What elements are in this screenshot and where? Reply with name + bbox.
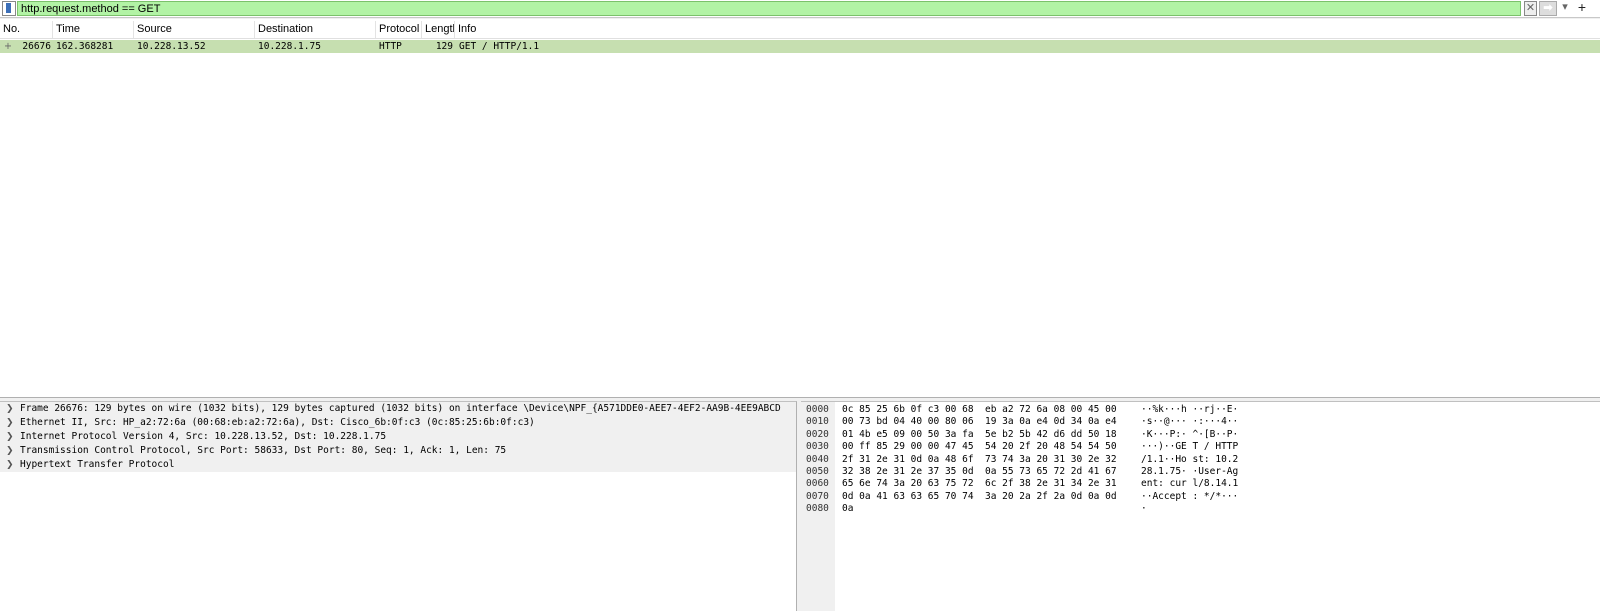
tree-item-tcp[interactable]: ❯ Transmission Control Protocol, Src Por… (0, 444, 796, 458)
byte-offset: 0040 (806, 453, 829, 465)
byte-offset: 0000 (806, 404, 829, 415)
clear-filter-icon[interactable]: ✕ (1524, 1, 1537, 16)
column-header-length[interactable]: Length (422, 21, 455, 38)
tree-item-frame[interactable]: ❯ Frame 26676: 129 bytes on wire (1032 b… (0, 402, 796, 416)
byte-hex[interactable]: 0d 0a 41 63 63 65 70 74 3a 20 2a 2f 2a 0… (842, 491, 1117, 503)
byte-hex[interactable]: 32 38 2e 31 2e 37 35 0d 0a 55 73 65 72 2… (842, 466, 1117, 478)
packet-no: 26676 (22, 41, 51, 52)
packet-details-pane[interactable]: ❯ Frame 26676: 129 bytes on wire (1032 b… (0, 401, 797, 611)
packet-bytes-pane[interactable]: 0000 0c 85 25 6b 0f c3 00 68 eb a2 72 6a… (801, 401, 1600, 611)
column-header-protocol[interactable]: Protocol (376, 21, 422, 38)
column-header-no[interactable]: No. (0, 21, 53, 38)
packet-list-pane[interactable]: No. Time Source Destination Protocol Len… (0, 19, 1600, 398)
byte-ascii[interactable]: /1.1··Ho st: 10.2 (1141, 454, 1238, 466)
tree-item-ethernet[interactable]: ❯ Ethernet II, Src: HP_a2:72:6a (00:68:e… (0, 416, 796, 430)
bookmark-icon[interactable] (2, 1, 16, 16)
byte-hex[interactable]: 0a (842, 503, 853, 515)
packet-time: 162.368281 (56, 41, 114, 52)
display-filter-input[interactable] (17, 1, 1521, 16)
packet-list-header: No. Time Source Destination Protocol Len… (0, 21, 1600, 39)
byte-hex[interactable]: 00 ff 85 29 00 00 47 45 54 20 2f 20 48 5… (842, 441, 1117, 453)
byte-ascii[interactable]: ·K···P:· ^·[B··P· (1141, 429, 1238, 441)
packet-length: 129 (435, 41, 453, 52)
tree-item-label: Ethernet II, Src: HP_a2:72:6a (00:68:eb:… (20, 417, 535, 428)
packet-protocol: HTTP (379, 41, 402, 52)
byte-ascii[interactable]: ···)··GE T / HTTP (1141, 441, 1238, 453)
byte-ascii[interactable]: ··Accept : */*··· (1141, 491, 1238, 503)
packet-source: 10.228.13.52 (137, 41, 206, 52)
byte-offset: 0050 (806, 466, 829, 477)
byte-offset: 0070 (806, 490, 829, 502)
byte-ascii[interactable]: ent: cur l/8.14.1 (1141, 478, 1238, 490)
packet-info: GET / HTTP/1.1 (459, 41, 540, 52)
byte-ascii[interactable]: ··%k···h ··rj··E· (1141, 404, 1238, 416)
apply-filter-icon[interactable]: ➡ (1539, 1, 1557, 16)
tree-item-label: Internet Protocol Version 4, Src: 10.228… (20, 431, 387, 442)
chevron-right-icon[interactable]: ❯ (6, 416, 14, 430)
byte-offset: 0010 (806, 416, 829, 428)
byte-offset: 0060 (806, 478, 829, 490)
tree-item-http[interactable]: ❯ Hypertext Transfer Protocol (0, 458, 796, 472)
tree-item-label: Hypertext Transfer Protocol (20, 459, 175, 470)
packet-row[interactable]: + 26676 162.368281 10.228.13.52 10.228.1… (0, 40, 1600, 53)
byte-ascii[interactable]: ·s··@··· ·:···4·· (1141, 416, 1238, 428)
byte-offset: 0020 (806, 428, 829, 440)
chevron-right-icon[interactable]: ❯ (6, 430, 14, 444)
tree-item-label: Frame 26676: 129 bytes on wire (1032 bit… (20, 403, 781, 414)
packet-destination: 10.228.1.75 (258, 41, 321, 52)
chevron-right-icon[interactable]: ❯ (6, 402, 14, 416)
byte-ascii[interactable]: · (1141, 503, 1147, 515)
byte-offset: 0080 (806, 503, 829, 515)
byte-offset: 0030 (806, 441, 829, 453)
filter-dropdown-button[interactable]: ▾ (1559, 1, 1571, 16)
byte-ascii[interactable]: 28.1.75· ·User-Ag (1141, 466, 1238, 478)
byte-hex[interactable]: 65 6e 74 3a 20 63 75 72 6c 2f 38 2e 31 3… (842, 478, 1117, 490)
byte-hex[interactable]: 2f 31 2e 31 0d 0a 48 6f 73 74 3a 20 31 3… (842, 454, 1117, 466)
column-header-info[interactable]: Info (455, 21, 1600, 38)
byte-hex[interactable]: 00 73 bd 04 40 00 80 06 19 3a 0a e4 0d 3… (842, 416, 1117, 428)
add-filter-button[interactable]: + (1574, 0, 1590, 16)
tree-item-ipv4[interactable]: ❯ Internet Protocol Version 4, Src: 10.2… (0, 430, 796, 444)
byte-hex[interactable]: 01 4b e5 09 00 50 3a fa 5e b2 5b 42 d6 d… (842, 429, 1117, 441)
column-header-time[interactable]: Time (53, 21, 134, 38)
byte-hex[interactable]: 0c 85 25 6b 0f c3 00 68 eb a2 72 6a 08 0… (842, 404, 1117, 416)
tree-item-label: Transmission Control Protocol, Src Port:… (20, 445, 507, 456)
display-filter-toolbar: ✕ ➡ ▾ + (0, 0, 1600, 18)
column-header-destination[interactable]: Destination (255, 21, 376, 38)
chevron-right-icon[interactable]: ❯ (6, 444, 14, 458)
chevron-right-icon[interactable]: ❯ (6, 458, 14, 472)
column-header-source[interactable]: Source (134, 21, 255, 38)
